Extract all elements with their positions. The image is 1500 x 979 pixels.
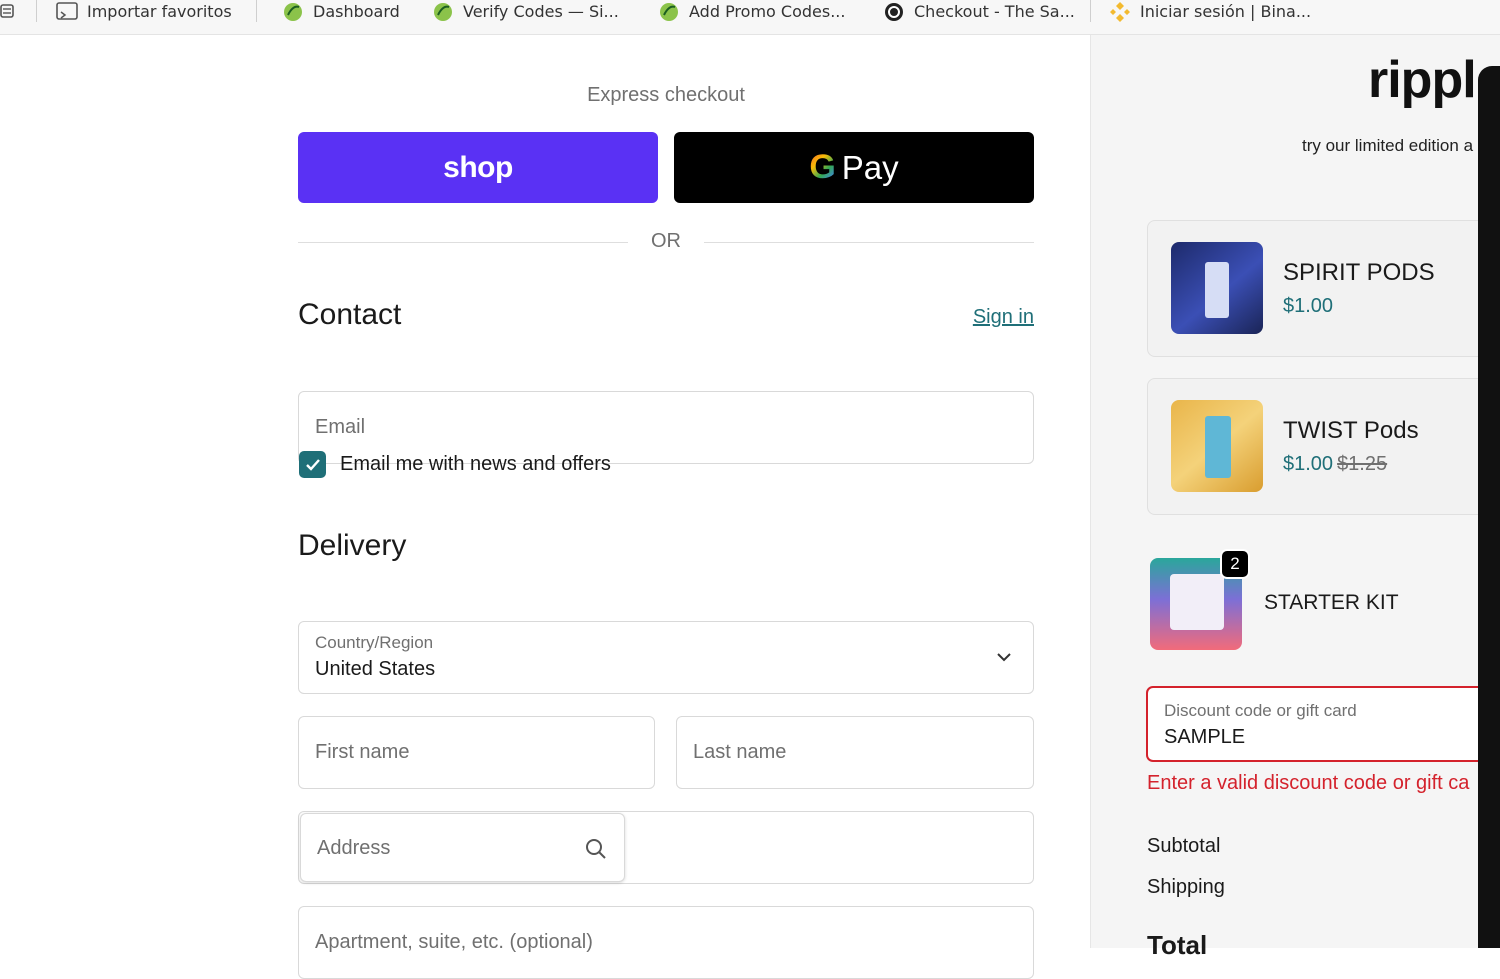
email-placeholder: Email [315,416,366,438]
quantity-badge: 2 [1220,549,1250,579]
contact-heading: Contact [298,298,402,331]
address-field[interactable]: Address [300,813,625,882]
bookmarks-divider [1090,0,1091,22]
or-divider-label: OR [651,230,681,252]
product-name: SPIRIT PODS [1283,259,1435,286]
shop-pay-label: shop [443,150,513,184]
chevron-down-icon [997,653,1011,662]
product-image [1171,400,1263,492]
country-label: Country/Region [315,633,434,652]
discount-label: Discount code or gift card [1164,701,1357,720]
news-offers-checkbox[interactable] [299,451,326,478]
divider-left [298,242,628,243]
bookmark-binance[interactable]: Iniciar sesión | Bina... [1109,0,1311,22]
bookmark-label: Verify Codes — Si... [463,1,619,21]
bookmark-label: Add Promo Codes... [689,1,846,21]
product-image [1171,242,1263,334]
bookmark-label: Importar favoritos [87,1,232,21]
product-name: TWIST Pods [1283,417,1419,444]
bookmarks-bar: Importar favoritos Dashboard Verify Code… [0,0,1500,35]
overlay-panel-edge [1478,66,1500,948]
binance-icon [1109,0,1131,22]
import-icon [56,0,78,22]
apartment-field[interactable]: Apartment, suite, etc. (optional) [298,906,1034,979]
bookmarks-overflow-icon[interactable] [0,0,14,22]
bookmark-label: Dashboard [313,1,400,21]
bookmark-verify-codes[interactable]: Verify Codes — Si... [432,0,619,22]
line-item-card: SPIRIT PODS $1.00 [1147,220,1487,357]
discount-code-field[interactable]: Discount code or gift card SAMPLE [1146,686,1500,762]
first-name-placeholder: First name [315,741,410,763]
bookmarks-divider [36,0,37,22]
total-label: Total [1147,930,1208,960]
site-icon [883,0,905,22]
bookmark-dashboard[interactable]: Dashboard [282,0,400,22]
original-price: $1.25 [1337,453,1388,475]
product-price: $1.00 [1283,295,1334,317]
shop-pay-button[interactable]: shop [298,132,658,203]
address-placeholder: Address [317,837,391,859]
bookmark-label: Iniciar sesión | Bina... [1140,1,1312,21]
google-pay-label: Pay [841,148,899,186]
product-price: $1.00 $1.25 [1283,453,1387,476]
store-logo: rippl [1368,51,1477,109]
last-name-placeholder: Last name [693,741,787,763]
subtotal-label: Subtotal [1147,835,1221,857]
leaf-icon [432,0,454,22]
first-name-field[interactable]: First name [298,716,655,789]
google-g-icon: G [809,148,836,186]
product-name: STARTER KIT [1264,591,1399,614]
apartment-placeholder: Apartment, suite, etc. (optional) [315,931,593,953]
bookmarks-divider [256,0,257,22]
promo-banner-text: try our limited edition a [1302,136,1474,155]
bookmark-add-promo-codes[interactable]: Add Promo Codes... [658,0,845,22]
discount-value: SAMPLE [1164,726,1246,748]
divider-right [704,242,1034,243]
checkmark-icon [305,458,320,471]
express-checkout-heading: Express checkout [587,84,745,106]
leaf-icon [658,0,680,22]
country-value: United States [315,658,436,680]
delivery-heading: Delivery [298,529,407,562]
leaf-icon [282,0,304,22]
bookmark-checkout[interactable]: Checkout - The Sa... [883,0,1075,22]
last-name-field[interactable]: Last name [676,716,1034,789]
search-icon [586,839,606,859]
current-price: $1.00 [1283,453,1334,475]
shipping-label: Shipping [1147,876,1225,898]
line-item-card: TWIST Pods $1.00 $1.25 [1147,378,1487,515]
bookmark-label: Checkout - The Sa... [914,1,1075,21]
sign-in-link[interactable]: Sign in [940,306,1034,329]
bookmark-importar-favoritos[interactable]: Importar favoritos [56,0,232,22]
discount-error-message: Enter a valid discount code or gift ca [1147,772,1470,794]
country-select[interactable]: Country/Region United States [298,621,1034,694]
news-offers-label: Email me with news and offers [340,453,611,475]
google-pay-button[interactable]: G Pay [674,132,1034,203]
